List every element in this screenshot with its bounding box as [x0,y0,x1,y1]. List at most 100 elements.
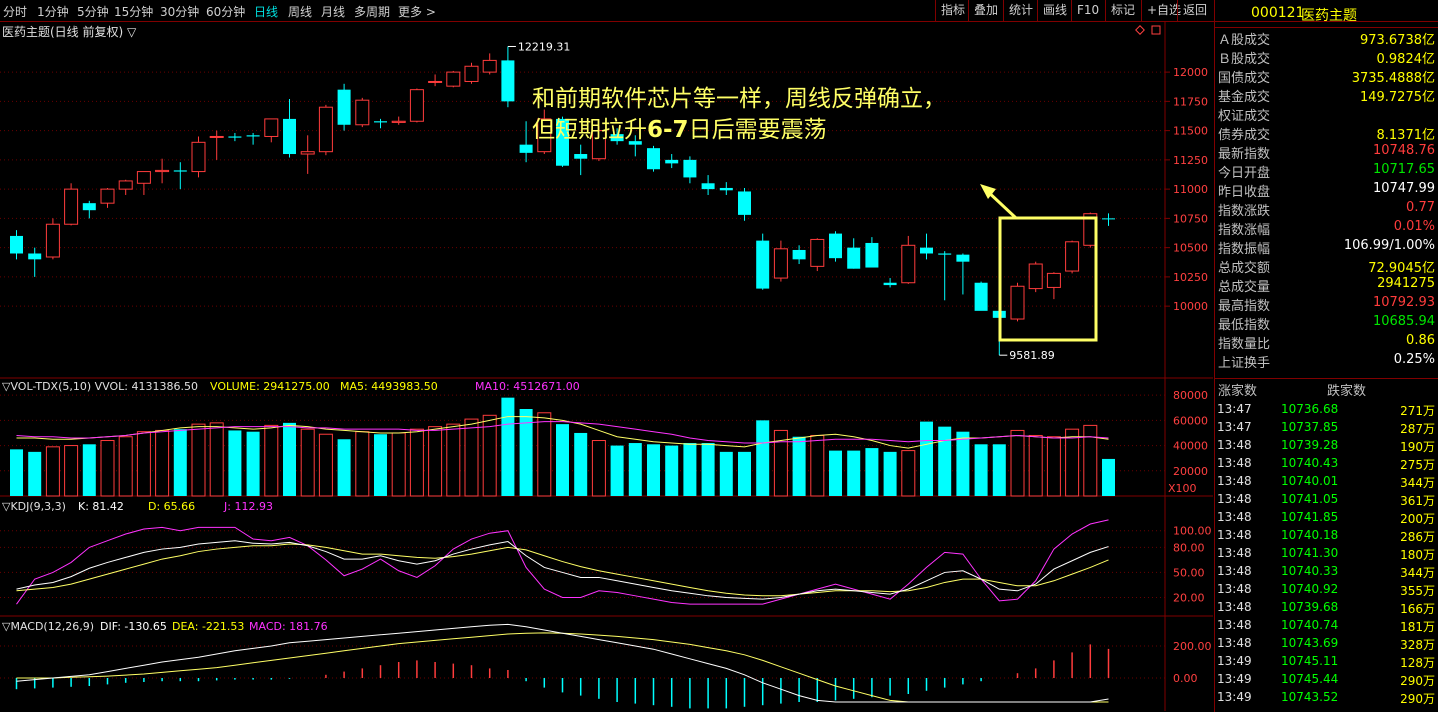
tick-time: 13:48 [1217,600,1252,614]
info-value: 10748.76 [1372,143,1435,158]
candle-body [173,170,187,172]
tick-price: 10741.85 [1281,510,1339,524]
period-tab-5[interactable]: 60分钟 [206,3,245,20]
volume-bar [865,448,879,496]
period-tab-6[interactable]: 日线 [254,3,278,20]
volume-bar [318,433,333,497]
tick-time: 13:49 [1217,690,1252,704]
info-key: 权证成交 [1218,109,1271,124]
info-row: 基金成交 149.7275亿 [1215,85,1437,105]
volume-bar [829,450,842,496]
main-chart-title[interactable]: 医药主题(日线 前复权) ▽ [2,23,136,40]
volume-bar [738,451,751,496]
tick-time: 13:48 [1217,456,1252,470]
macd-legend-item: MACD: 181.76 [249,620,328,633]
tool-button-2[interactable]: 统计 [1003,0,1038,21]
info-row: Ａ股成交 973.6738亿 [1215,28,1437,48]
tick-time: 13:47 [1217,420,1252,434]
kdj-axis-label: 100.00 [1173,525,1212,538]
advancers-header: 涨家数 [1218,384,1258,399]
info-row: 总成交量 2941275 [1215,275,1437,295]
volume-bar [1010,429,1025,497]
info-key: 今日开盘 [1218,166,1271,181]
vol-axis-label: 60000 [1173,414,1208,427]
candle-body [82,203,96,211]
volume-bar [45,446,60,497]
info-row: 国债成交 3735.4888亿 [1215,66,1437,86]
volume-bar [992,444,1006,496]
tick-volume: 355万 [1400,584,1435,598]
annotation-line-2-c: 日后需要震荡 [688,117,827,143]
vol-title: ▽VOL-TDX(5,10) VVOL: 4131386.50 [2,380,198,393]
volume-bar [647,444,660,496]
price-axis-label: 12000 [1173,66,1208,79]
candle-body [847,247,861,269]
tick-volume: 287万 [1400,422,1435,436]
tick-time: 13:48 [1217,438,1252,452]
volume-bar [446,423,461,497]
volume-bar [974,444,988,496]
info-key: 昨日收盘 [1218,185,1271,200]
info-value: 10747.99 [1372,181,1435,196]
volume-bar [938,426,952,496]
tool-button-0[interactable]: 指标 [935,0,970,21]
price-axis-label: 10500 [1173,242,1208,255]
tick-price: 10745.11 [1281,654,1339,668]
vol-legend-item: MA10: 4512671.00 [475,380,580,393]
tick-time: 13:49 [1217,672,1252,686]
tool-button-1[interactable]: 叠加 [968,0,1003,21]
candle-body [283,118,296,155]
volume-bar [1065,428,1080,497]
tick-volume: 271万 [1400,404,1435,418]
volume-bar [1046,436,1061,497]
tick-row: 13:47 10736.68 271万 [1215,401,1437,419]
volume-bar [719,451,733,496]
tick-price: 10745.44 [1281,672,1339,686]
candle-body [738,191,751,215]
kdj-legend-item: J: 112.93 [223,500,273,513]
vol-unit-label: X100 [1168,482,1197,495]
tick-price: 10741.05 [1281,492,1339,506]
volume-bar [537,412,552,497]
period-tab-2[interactable]: 5分钟 [77,3,109,20]
info-value: 149.7275亿 [1359,90,1435,105]
volume-bar [64,445,79,497]
candle-body [64,188,79,225]
tick-volume: 290万 [1400,674,1435,688]
period-tab-10[interactable]: 更多 > [398,3,436,20]
macd-title: ▽MACD(12,26,9) [2,620,94,633]
period-tab-7[interactable]: 周线 [288,3,312,20]
candle-body [100,188,115,204]
info-row: 指数量比 0.86 [1215,332,1437,352]
info-row: 债券成交 8.1371亿 [1215,123,1437,143]
tool-button-5[interactable]: 标记 [1105,0,1140,21]
candle-body [810,238,825,267]
candle-body [118,180,133,190]
candle-body [428,80,443,83]
volume-bar [300,428,315,497]
tool-button-4[interactable]: F10 [1071,0,1104,21]
tick-volume: 275万 [1400,458,1435,472]
diamond-icon [1135,25,1145,35]
period-tab-0[interactable]: 分时 [3,3,27,20]
candle-body [464,65,479,82]
candle-body [155,169,170,173]
period-tab-1[interactable]: 1分钟 [37,3,69,20]
kdj-legend-item: K: 81.42 [78,500,124,513]
period-tab-4[interactable]: 30分钟 [160,3,199,20]
tick-row: 13:48 10740.33 344万 [1215,563,1437,581]
info-value: 0.9824亿 [1376,52,1436,67]
period-tab-8[interactable]: 月线 [321,3,345,20]
period-tab-9[interactable]: 多周期 [354,3,390,20]
period-tab-3[interactable]: 15分钟 [114,3,153,20]
tool-button-7[interactable]: 返回 [1177,0,1212,21]
info-key: Ａ股成交 [1218,33,1271,48]
candle-body [1102,218,1115,220]
volume-bar [155,429,170,497]
candle-body [1065,241,1080,272]
tool-button-3[interactable]: 画线 [1037,0,1072,21]
volume-bar [628,443,642,496]
tick-price: 10740.33 [1281,564,1339,578]
info-key: 最低指数 [1218,318,1271,333]
candle-body [300,151,315,155]
